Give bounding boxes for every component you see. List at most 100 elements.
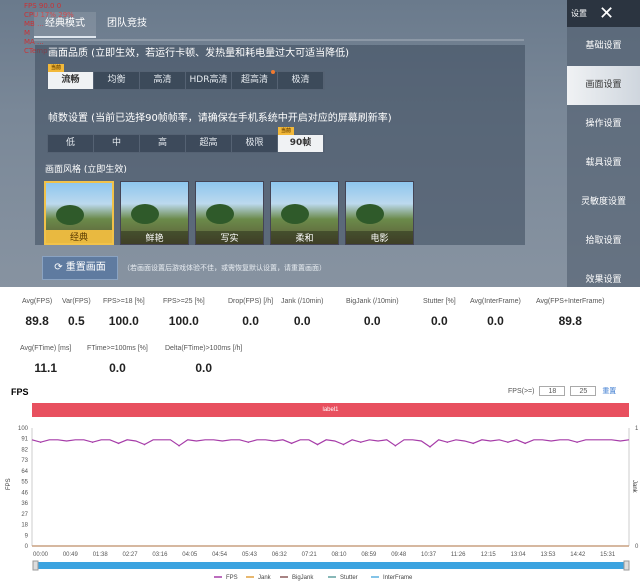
sidebar-item-2[interactable]: 操作设置 — [567, 105, 640, 144]
fps-point — [472, 442, 475, 445]
current-badge: 当前 — [48, 64, 65, 72]
stat-key: Var(FPS) — [62, 298, 91, 305]
reset-graphics-button[interactable]: ⟳ 重置画面 — [42, 256, 118, 280]
sidebar-item-5[interactable]: 拾取设置 — [567, 222, 640, 261]
fps-chart: FPS FPS(>=) 18 25 重置 label1 100 91 82 73 64 5… — [0, 380, 640, 584]
option-3[interactable]: HDR高清 — [186, 72, 232, 89]
y-tick-label: 91 — [21, 437, 28, 443]
style-label: 画面风格 (立即生效) — [45, 165, 127, 175]
reset-label: 重置画面 — [65, 262, 106, 273]
legend-item-jank: Jank — [258, 575, 272, 581]
option-5[interactable]: 90帧 当前 — [278, 127, 324, 152]
option-label: 极清 — [291, 75, 310, 85]
reset-icon: ⟳ — [54, 262, 66, 273]
sidebar-item-6[interactable]: 效果设置 — [567, 261, 640, 287]
option-4[interactable]: 超高清 — [232, 70, 278, 89]
stat-key: Delta(FTime)>100ms [/h] — [165, 345, 243, 352]
tab-team-deathmatch[interactable]: 团队竞技 — [96, 12, 158, 38]
style-thumb-1[interactable]: 鲜艳 — [120, 181, 189, 245]
fps-point — [290, 442, 293, 445]
legend-item-stutter: Stutter — [340, 575, 358, 581]
fps-setting-label: 帧数设置 (当前已选择90帧帧率，请确保在手机系统中开启对应的屏幕刷新率) — [48, 113, 392, 124]
stat-key: FPS>=25 [%] — [163, 298, 205, 305]
time-range-scrollbar[interactable] — [36, 562, 626, 569]
y2-tick-label: 0 — [635, 544, 639, 550]
close-icon[interactable]: ✕ — [599, 3, 614, 24]
x-tick-label: 04:54 — [212, 552, 228, 558]
scrollbar-right-handle[interactable] — [623, 560, 630, 571]
scrollbar-left-handle[interactable] — [32, 560, 39, 571]
y-tick-label: 9 — [25, 533, 29, 539]
option-5[interactable]: 极清 — [278, 72, 324, 89]
tab-classic-mode[interactable]: 经典模式 — [34, 12, 96, 38]
option-label: 极限 — [245, 138, 264, 148]
sidebar-item-0[interactable]: 基础设置 — [567, 27, 640, 66]
sidebar-item-4[interactable]: 灵敏度设置 — [567, 183, 640, 222]
tree-image — [356, 204, 384, 224]
option-label: HDR高清 — [189, 75, 228, 85]
y-tick-label: 0 — [25, 544, 29, 550]
stat-key: FTime>=100ms [%] — [87, 345, 148, 352]
style-label: 鲜艳 — [121, 231, 188, 244]
stat-value: 100.0 — [168, 314, 199, 328]
y2-axis-label: Jank — [631, 480, 637, 494]
x-tick-label: 14:42 — [570, 552, 586, 558]
stat-key: Stutter [%] — [423, 298, 456, 305]
y-tick-label: 82 — [21, 447, 28, 453]
style-thumb-4[interactable]: 电影 — [345, 181, 414, 245]
reset-note: （若画面设置后游戏体验不佳，或需恢复默认设置，请重置画面） — [123, 264, 326, 272]
x-tick-label: 00:49 — [63, 552, 79, 558]
overlay-line: FPS 90.0 0 — [24, 2, 62, 10]
fps-point — [91, 441, 94, 443]
stats-panel: Avg(FPS) 89.8 Var(FPS) 0.5 FPS>=18 [%] 100.0 F… — [0, 290, 640, 385]
x-tick-label: 00:00 — [33, 552, 49, 558]
x-tick-label: 05:43 — [242, 552, 258, 558]
option-4[interactable]: 极限 — [232, 135, 278, 152]
fps-point — [143, 443, 146, 446]
option-3[interactable]: 超高 — [186, 135, 232, 152]
sidebar-item-1[interactable]: 画面设置 — [567, 66, 640, 105]
y-axis-label: FPS — [6, 478, 12, 490]
x-tick-label: 12:15 — [481, 552, 497, 558]
y-tick-label: 100 — [18, 426, 29, 432]
sidebar-item-3[interactable]: 载具设置 — [567, 144, 640, 183]
style-thumb-0[interactable]: 经典 — [44, 181, 114, 245]
option-2[interactable]: 高清 — [140, 72, 186, 89]
option-0[interactable]: 低 — [48, 135, 94, 152]
stat-value: 0.0 — [109, 361, 126, 375]
current-badge: 当前 — [278, 127, 295, 135]
fps-point — [576, 441, 578, 443]
tree-image — [206, 204, 234, 224]
x-tick-label: 11:26 — [451, 552, 466, 558]
style-label: 经典 — [46, 230, 112, 243]
style-thumb-2[interactable]: 写实 — [195, 181, 264, 245]
fps-point — [247, 441, 250, 443]
x-tick-label: 08:59 — [361, 552, 377, 558]
fps-point — [342, 443, 345, 446]
y2-tick-label: 1 — [635, 426, 639, 432]
new-dot-icon — [271, 70, 275, 74]
tree-image — [56, 205, 84, 225]
option-1[interactable]: 中 — [94, 135, 140, 152]
game-settings-screenshot: FPS 90.0 0CPU 17% 29%MB ...MMA ...CTemp … — [0, 0, 640, 287]
style-thumb-3[interactable]: 柔和 — [270, 181, 339, 245]
quality-selector: 流畅 当前 均衡 高清 HDR高清 超高清 极清 — [47, 64, 325, 90]
option-label: 高清 — [153, 75, 172, 85]
fps-point — [507, 441, 509, 443]
option-1[interactable]: 均衡 — [94, 72, 140, 89]
stat-item: FTime>=100ms [%] 0.0 — [87, 345, 148, 375]
y-tick-label: 73 — [21, 458, 28, 464]
option-0[interactable]: 流畅 当前 — [48, 64, 94, 89]
stat-key: Jank (/10min) — [281, 298, 324, 305]
option-label: 90帧 — [289, 138, 312, 148]
x-tick-label: 07:21 — [302, 552, 318, 558]
fps-point — [524, 442, 526, 445]
stat-value: 0.5 — [67, 314, 85, 328]
option-2[interactable]: 高 — [140, 135, 186, 152]
x-tick-label: 09:48 — [391, 552, 407, 558]
option-label: 低 — [65, 138, 75, 148]
x-tick-label: 06:32 — [272, 552, 288, 558]
stat-key: BigJank (/10min) — [346, 298, 399, 305]
fps-point — [429, 446, 431, 448]
x-tick-label: 03:16 — [152, 552, 168, 558]
